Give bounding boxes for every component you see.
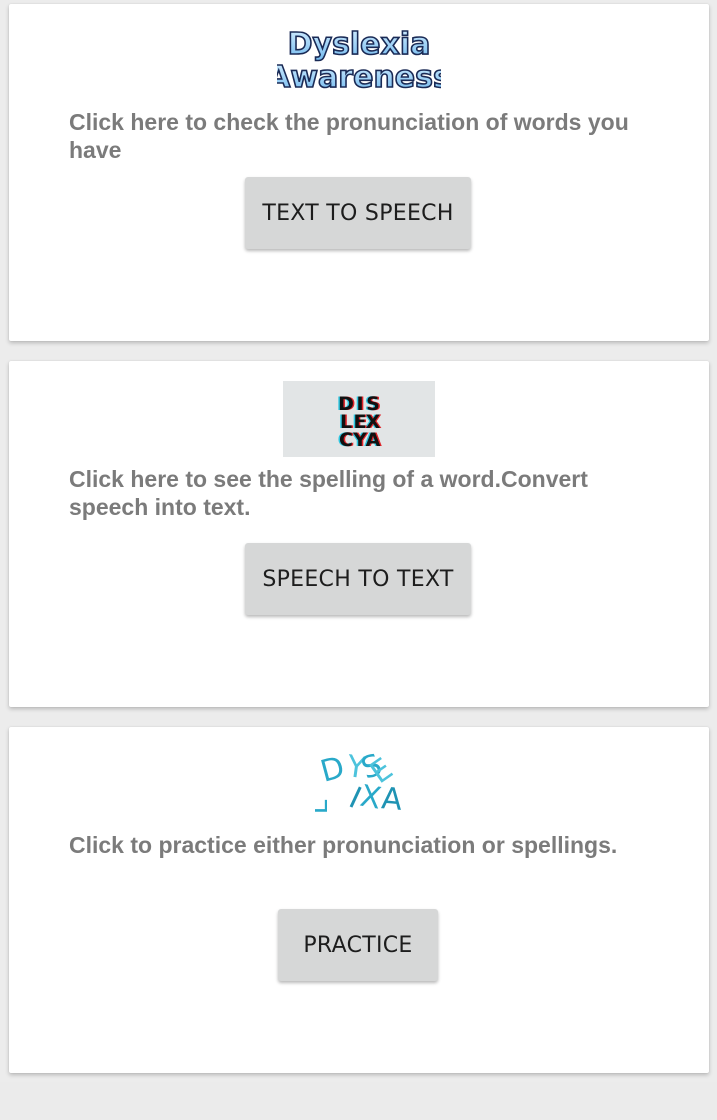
speech-to-text-description: Click here to see the spelling of a word… [69, 466, 588, 520]
text-to-speech-card: Dyslexia Awareness Click here to check t… [9, 4, 709, 341]
practice-description: Click to practice either pronunciation o… [69, 832, 618, 858]
dyslexia-awareness-logo: Dyslexia Awareness [277, 26, 441, 94]
logo-text-line1: Dyslexia [288, 27, 431, 62]
speech-to-text-card: D I S L E X C Y A D I S L E X C Y A D I … [9, 361, 709, 707]
text-to-speech-description: Click here to check the pronunciation of… [69, 109, 629, 163]
bottom-strip [0, 1082, 717, 1120]
dyslexia-block-letters-logo: D I S L E X C Y A D I S L E X C Y A D I … [283, 381, 435, 457]
practice-button[interactable]: PRACTICE [278, 909, 438, 981]
logo-text-line2: Awareness [277, 60, 441, 94]
logo2-r3c1: C [339, 429, 353, 451]
block-letters-graphic: D I S L E X C Y A D I S L E X C Y A D I … [337, 393, 383, 451]
logo3-letter-1: D [317, 750, 348, 790]
practice-card: D Y S L E X I A Click to practice either… [9, 727, 709, 1073]
main-screen: Dyslexia Awareness Click here to check t… [0, 0, 717, 1120]
logo3-letter-4: L [315, 799, 334, 813]
logo3-letter-8: A [380, 781, 403, 813]
dyslexia-scattered-letters-logo: D Y S L E X I A [315, 749, 403, 813]
logo2-r3c3: A [366, 429, 381, 451]
speech-to-text-button[interactable]: SPEECH TO TEXT [245, 543, 471, 615]
text-to-speech-button[interactable]: TEXT TO SPEECH [245, 177, 471, 249]
